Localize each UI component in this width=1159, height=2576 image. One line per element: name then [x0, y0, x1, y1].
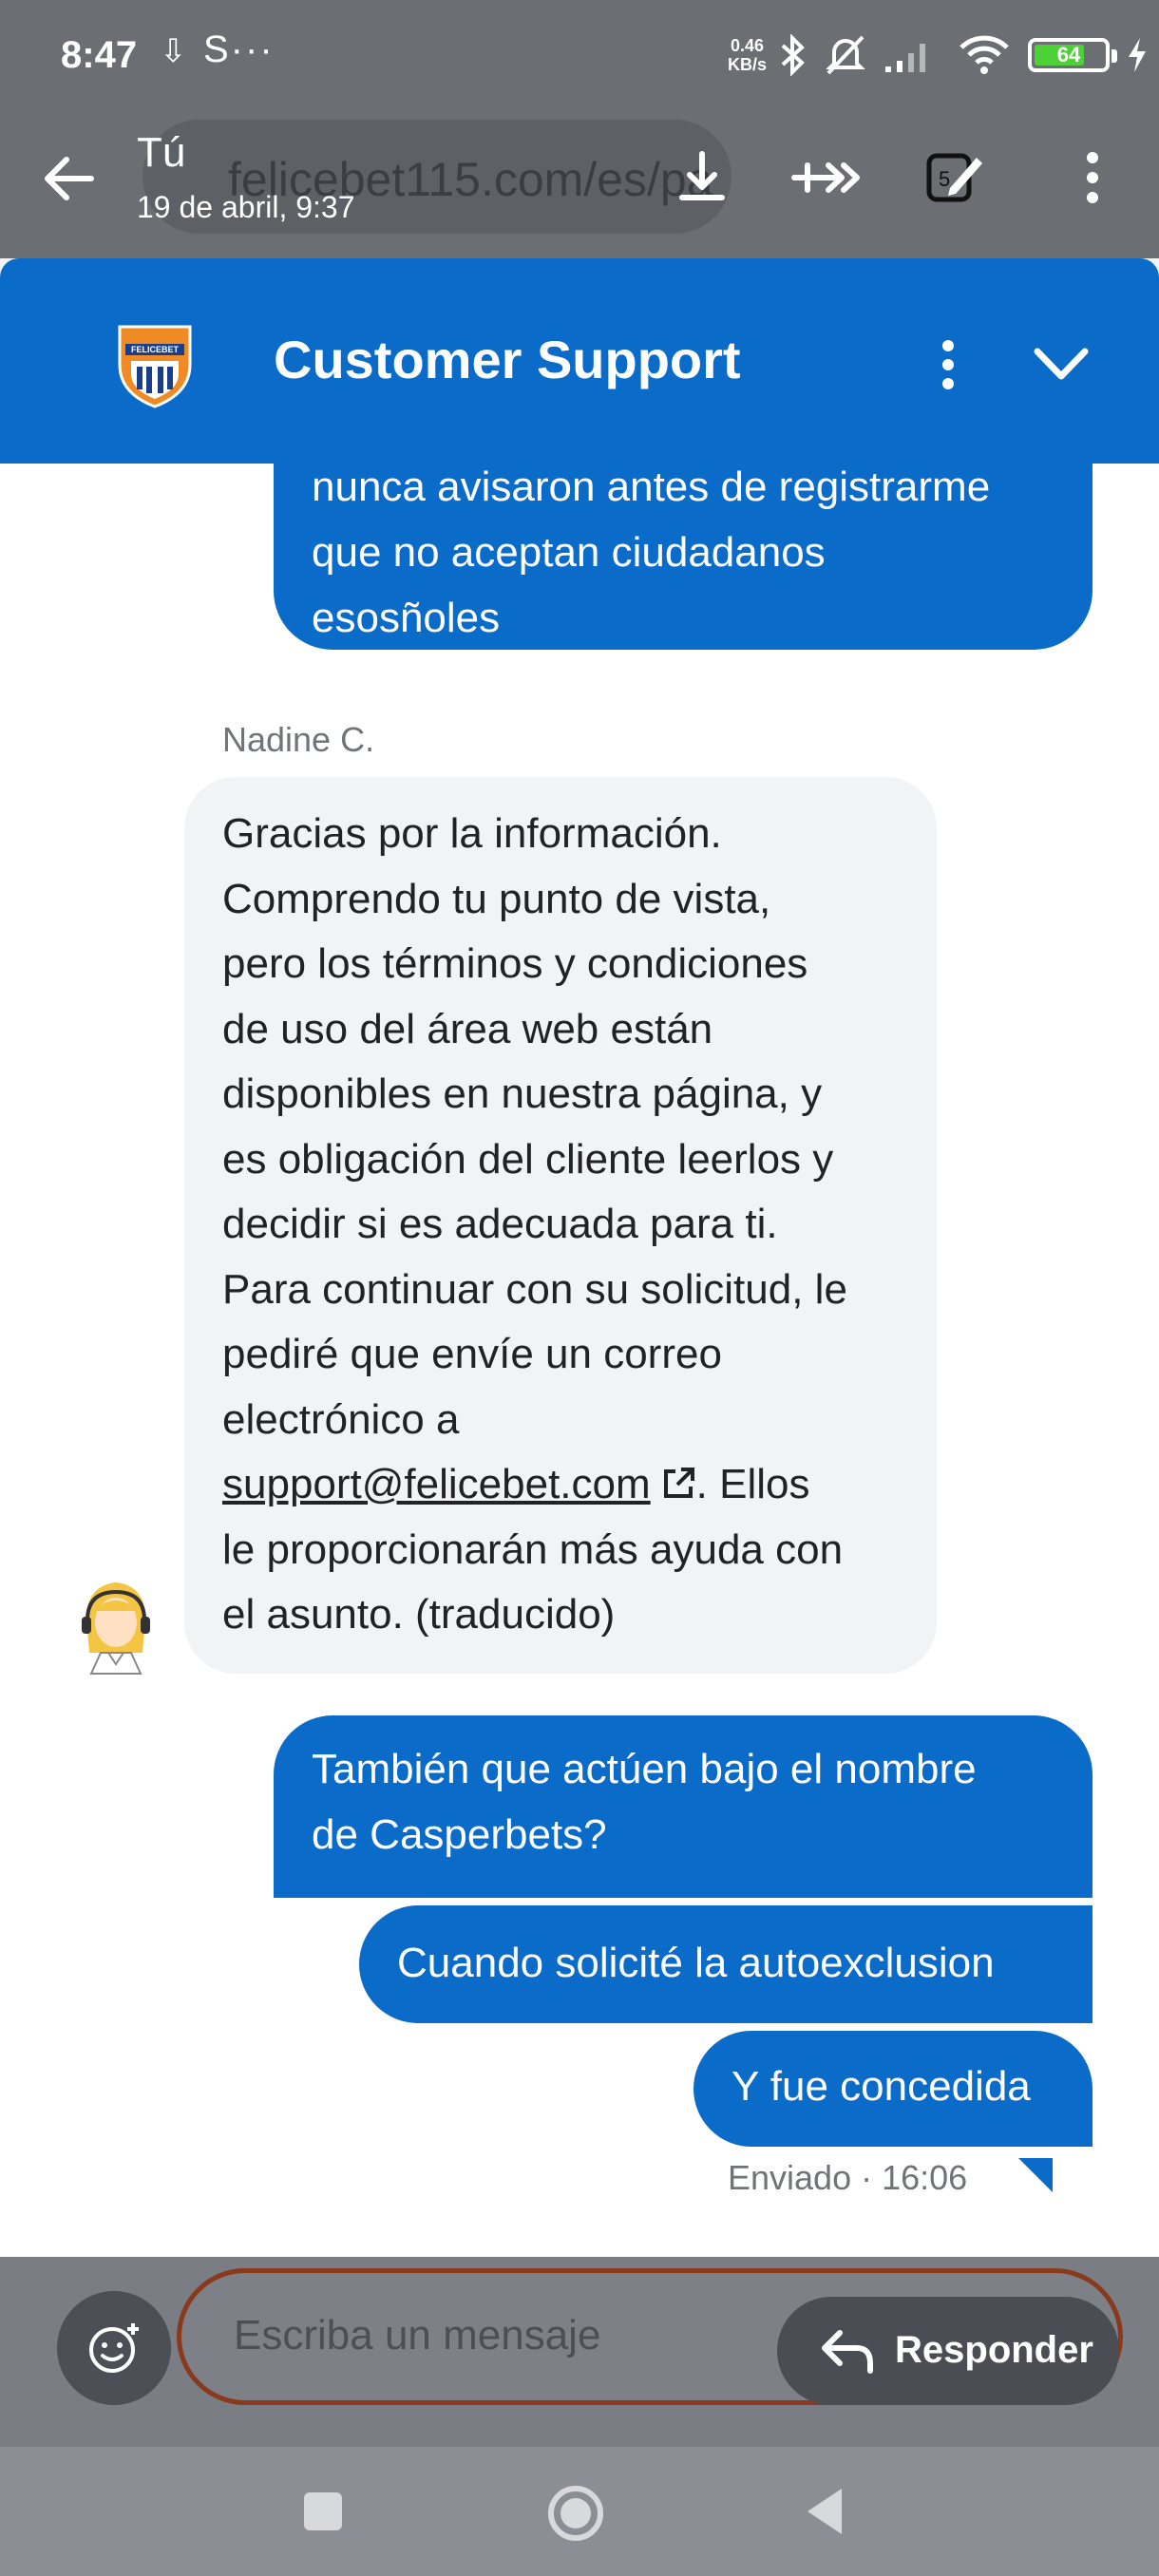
recent-apps-icon[interactable]	[294, 2483, 352, 2540]
felicebet-logo: FELICEBET	[118, 325, 192, 408]
chat-header: FELICEBET Customer Support	[0, 258, 1159, 464]
download-status-icon: ⇩	[160, 33, 187, 69]
user-message: Cuando solicité la autoexclusion	[359, 1905, 1092, 2023]
emoji-button[interactable]	[57, 2291, 171, 2405]
more-notifications-icon: S···	[203, 28, 275, 70]
system-nav-bar	[0, 2447, 1159, 2576]
charging-icon	[1129, 38, 1146, 72]
battery-icon: 64	[1028, 38, 1117, 72]
svg-text:5: 5	[939, 167, 950, 191]
chat-title: Customer Support	[274, 330, 741, 389]
sent-status: Enviado · 16:06	[728, 2158, 968, 2197]
clock: 8:47	[61, 34, 138, 76]
svg-text:FELICEBET: FELICEBET	[131, 345, 180, 354]
bluetooth-icon	[781, 34, 805, 76]
user-message: nunca avisaron antes de registrarme que …	[274, 464, 1092, 650]
agent-message: Gracias por la información. Comprendo tu…	[184, 777, 937, 1674]
chat-menu-icon[interactable]	[929, 336, 967, 393]
signal-icon	[885, 44, 925, 72]
home-icon[interactable]	[545, 2483, 606, 2544]
more-options-icon[interactable]	[1074, 144, 1112, 211]
user-message: Y fue concedida	[694, 2031, 1092, 2147]
message-input-placeholder: Escriba un mensaje	[234, 2312, 601, 2358]
edit-icon[interactable]: 5	[922, 144, 988, 211]
status-bar: 8:47 ⇩ S··· 0.46 KB/s 64	[0, 0, 1159, 114]
message-date: 19 de abril, 9:37	[137, 190, 355, 224]
message-sender: Tú	[137, 129, 186, 176]
minimize-chevron-icon[interactable]	[1028, 340, 1094, 388]
support-email-link[interactable]: support@felicebet.com	[222, 1461, 651, 1507]
agent-avatar	[82, 1582, 150, 1675]
back-arrow-icon[interactable]	[38, 148, 99, 209]
agent-name: Nadine C.	[222, 720, 375, 759]
download-icon[interactable]	[669, 144, 735, 211]
network-speed: 0.46 KB/s	[728, 36, 768, 74]
status-icons: 64	[779, 28, 1148, 82]
muted-bell-icon	[826, 35, 865, 75]
back-icon[interactable]	[798, 2483, 855, 2540]
user-message: También que actúen bajo el nombre de Cas…	[274, 1715, 1092, 1898]
forward-icon[interactable]	[788, 144, 874, 211]
reply-button[interactable]: Responder	[777, 2297, 1119, 2405]
reply-icon	[822, 2330, 873, 2374]
browser-toolbar: felicebet115.com/es/pa Tú 19 de abril, 9…	[0, 114, 1159, 258]
emoji-icon	[89, 2323, 139, 2373]
sent-indicator-icon	[1018, 2158, 1053, 2192]
wifi-icon	[960, 35, 1009, 74]
message-list[interactable]: nunca avisaron antes de registrarme que …	[0, 464, 1159, 2257]
external-link-icon[interactable]	[660, 1466, 696, 1502]
